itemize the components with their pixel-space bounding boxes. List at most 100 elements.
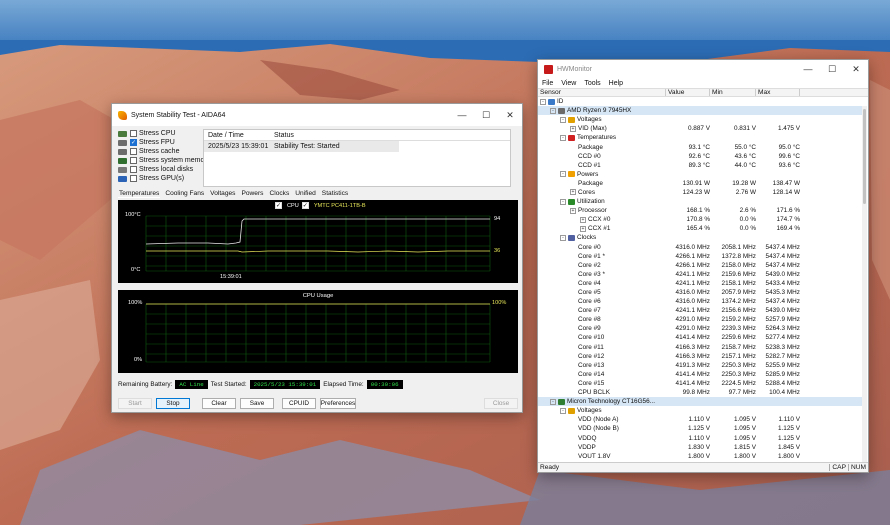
cpu-legend-checkbox[interactable]: ✓ [275,202,282,209]
stress-memory-checkbox[interactable] [130,157,137,164]
save-button[interactable]: Save [240,398,274,409]
table-row[interactable]: - Clocks [538,233,864,242]
table-row[interactable]: + CCX #0 170.8 % 0.0 % 174.7 % [538,215,864,224]
table-row[interactable]: Package 93.1 °C 55.0 °C 95.0 °C [538,142,864,151]
table-row[interactable]: VDD (Node B) 1.125 V 1.095 V 1.125 V [538,424,864,433]
expand-icon[interactable]: + [570,207,576,214]
stress-gpu-checkbox[interactable] [130,175,137,182]
table-row[interactable]: - AMD Ryzen 9 7945HX [538,106,864,116]
column-value[interactable]: Value [666,89,710,96]
table-row[interactable]: Core #12 4166.3 MHz 2157.1 MHz 5282.7 MHz [538,352,864,361]
expand-icon[interactable]: + [580,216,586,223]
table-row[interactable]: Core #13 4191.3 MHz 2250.3 MHz 5255.9 MHz [538,361,864,370]
menu-help[interactable]: Help [609,80,623,87]
table-row[interactable]: CCD #0 92.6 °C 43.6 °C 99.6 °C [538,152,864,161]
table-row[interactable]: Core #14 4141.4 MHz 2250.3 MHz 5285.9 MHz [538,370,864,379]
vertical-scrollbar[interactable] [862,106,867,462]
maximize-button[interactable]: ☐ [820,58,844,80]
aida64-titlebar[interactable]: System Stability Test - AIDA64 — ☐ ✕ [112,104,522,126]
close-button[interactable]: Close [484,398,518,409]
table-row[interactable]: Core #9 4291.0 MHz 2239.3 MHz 5264.3 MHz [538,324,864,333]
scrollbar-thumb[interactable] [863,109,866,204]
table-row[interactable]: Core #0 4316.0 MHz 2058.1 MHz 5437.4 MHz [538,243,864,252]
table-row[interactable]: VOUT 1.8V 1.800 V 1.800 V 1.800 V [538,452,864,461]
table-row[interactable]: Core #7 4241.1 MHz 2156.6 MHz 5439.0 MHz [538,306,864,315]
table-row[interactable]: 2025/5/23 15:39:01 Stability Test: Start… [204,141,399,152]
table-row[interactable]: Core #6 4316.0 MHz 1374.2 MHz 5437.4 MHz [538,297,864,306]
table-row[interactable]: - Voltages [538,115,864,124]
stress-cpu-checkbox[interactable] [130,130,137,137]
table-row[interactable]: VDDP 1.830 V 1.815 V 1.845 V [538,443,864,452]
table-row[interactable]: - Voltages [538,406,864,415]
stress-cache-option[interactable]: Stress cache [118,147,210,156]
close-window-button[interactable]: ✕ [498,104,522,126]
collapse-icon[interactable]: - [560,234,566,241]
minimize-button[interactable]: — [796,58,820,80]
hwmonitor-titlebar[interactable]: HWMonitor — ☐ ✕ [538,60,868,78]
table-row[interactable]: Core #1 * 4266.1 MHz 1372.8 MHz 5437.4 MHz [538,252,864,261]
collapse-icon[interactable]: - [560,407,566,414]
collapse-icon[interactable]: - [560,198,566,205]
table-row[interactable]: + Cores 124.23 W 2.76 W 128.14 W [538,188,864,197]
expand-icon[interactable]: + [580,225,586,232]
ssd-legend-checkbox[interactable]: ✓ [301,202,309,209]
minimize-button[interactable]: — [450,104,474,126]
tab-temperatures[interactable]: Temperatures [118,190,161,198]
table-row[interactable]: - Powers [538,170,864,179]
tab-clocks[interactable]: Clocks [268,190,290,198]
table-row[interactable]: Core #10 4141.4 MHz 2259.6 MHz 5277.4 MHz [538,333,864,342]
status-log-table[interactable]: Date / Time Status 2025/5/23 15:39:01 St… [203,129,511,187]
stress-memory-option[interactable]: Stress system memory [118,156,210,165]
table-row[interactable]: Core #8 4291.0 MHz 2159.2 MHz 5257.9 MHz [538,315,864,324]
table-row[interactable]: VDDQ 1.110 V 1.095 V 1.125 V [538,433,864,442]
table-row[interactable]: - Utilization [538,197,864,206]
close-window-button[interactable]: ✕ [844,58,868,80]
collapse-icon[interactable]: - [550,107,556,114]
table-row[interactable]: Core #15 4141.4 MHz 2224.5 MHz 5288.4 MHz [538,379,864,388]
tab-powers[interactable]: Powers [240,190,264,198]
tab-voltages[interactable]: Voltages [209,190,236,198]
table-row[interactable]: Core #11 4166.3 MHz 2158.7 MHz 5238.3 MHz [538,343,864,352]
menu-file[interactable]: File [542,80,553,87]
column-status[interactable]: Status [272,132,510,139]
collapse-icon[interactable]: - [550,398,556,405]
expand-icon[interactable]: + [570,125,576,132]
stress-cpu-option[interactable]: Stress CPU [118,129,210,138]
tab-cooling-fans[interactable]: Cooling Fans [164,190,205,198]
table-row[interactable]: - Micron Technology CT16G56... [538,397,864,407]
column-max[interactable]: Max [756,89,800,96]
column-datetime[interactable]: Date / Time [204,132,272,139]
stress-cache-checkbox[interactable] [130,148,137,155]
table-row[interactable]: CCD #1 89.3 °C 44.0 °C 93.6 °C [538,161,864,170]
table-row[interactable]: - Temperatures [538,133,864,142]
table-row[interactable]: Core #3 * 4241.1 MHz 2159.6 MHz 5439.0 MHz [538,270,864,279]
table-row[interactable]: Core #4 4241.1 MHz 2158.1 MHz 5433.4 MHz [538,279,864,288]
menu-tools[interactable]: Tools [584,80,600,87]
table-row[interactable]: VDD (Node A) 1.110 V 1.095 V 1.110 V [538,415,864,424]
tab-statistics[interactable]: Statistics [321,190,349,198]
stress-disks-option[interactable]: Stress local disks [118,165,210,174]
stop-button[interactable]: Stop [156,398,190,409]
stress-disks-checkbox[interactable] [130,166,137,173]
table-row[interactable]: Core #5 4316.0 MHz 2057.9 MHz 5435.3 MHz [538,288,864,297]
column-min[interactable]: Min [710,89,756,96]
collapse-icon[interactable]: - [560,134,566,141]
table-row[interactable]: + CCX #1 165.4 % 0.0 % 169.4 % [538,224,864,233]
table-row[interactable]: Core #2 4266.1 MHz 2158.0 MHz 5437.4 MHz [538,261,864,270]
table-row[interactable]: Package 130.91 W 19.28 W 138.47 W [538,179,864,188]
sensor-tree[interactable]: - ID - AMD Ryzen 9 7945HX - Voltages + VID (Max… [538,97,864,462]
expand-icon[interactable]: + [570,189,576,196]
table-row[interactable]: - ID [538,97,864,106]
maximize-button[interactable]: ☐ [474,104,498,126]
table-row[interactable]: CPU BCLK 99.8 MHz 97.7 MHz 100.4 MHz [538,388,864,397]
collapse-icon[interactable]: - [540,98,546,105]
collapse-icon[interactable]: - [560,116,566,123]
preferences-button[interactable]: Preferences [320,398,356,409]
menu-view[interactable]: View [561,80,576,87]
table-row[interactable]: + Processor 168.1 % 2.6 % 171.6 % [538,206,864,215]
tab-unified[interactable]: Unified [294,190,317,198]
start-button[interactable]: Start [118,398,152,409]
column-sensor[interactable]: Sensor [538,89,666,96]
cpuid-button[interactable]: CPUID [282,398,316,409]
stress-fpu-checkbox[interactable]: ✓ [130,139,137,146]
